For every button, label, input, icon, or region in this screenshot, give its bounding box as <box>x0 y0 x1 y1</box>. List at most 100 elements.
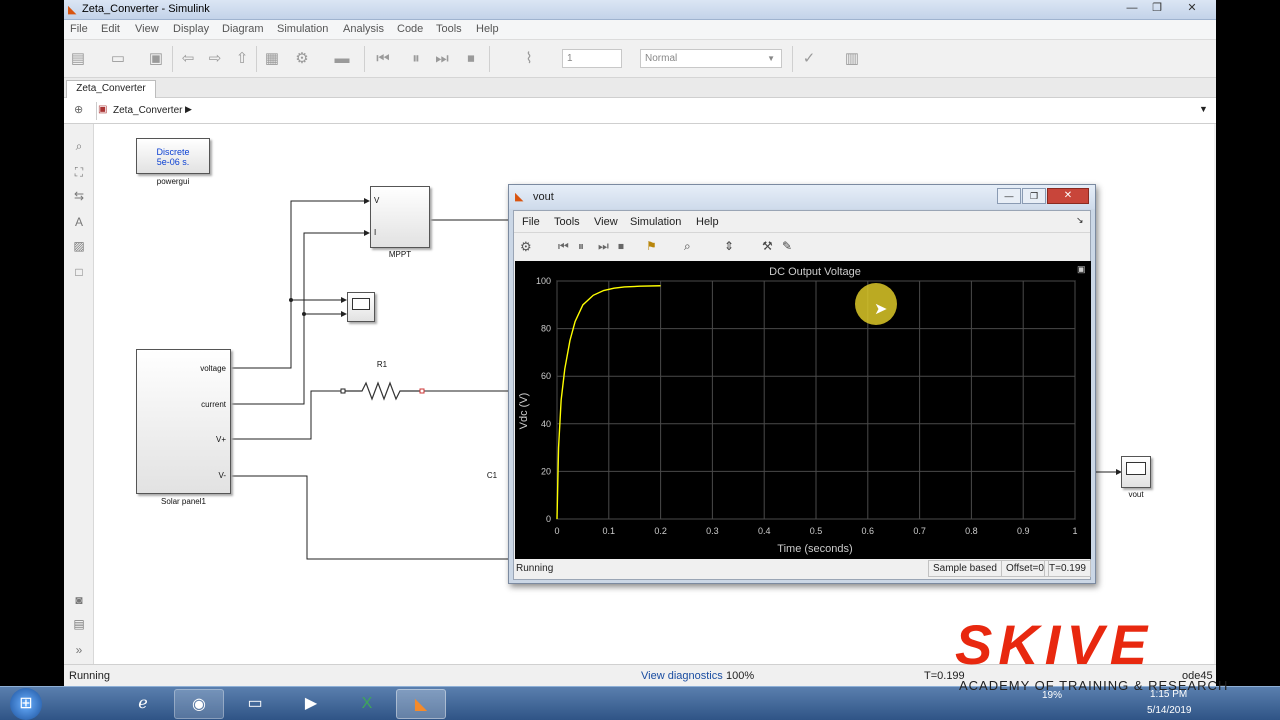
stop-icon[interactable]: ⏹ <box>618 239 624 254</box>
vout-scope-block[interactable] <box>1121 456 1151 488</box>
menu-edit[interactable]: Edit <box>101 23 120 35</box>
step-forward-icon[interactable]: ⏭ <box>432 49 452 69</box>
settings-gear-icon[interactable]: ⚙ <box>292 49 312 69</box>
x-tick-label: 0 <box>554 526 559 536</box>
scale-axes-icon[interactable]: ⇕ <box>724 239 734 253</box>
folder-icon[interactable]: ▭ <box>230 689 280 719</box>
mppt-block[interactable]: V I <box>370 186 430 248</box>
undock-icon[interactable]: ▣ <box>1077 264 1086 275</box>
menu-view[interactable]: View <box>135 23 159 35</box>
c1-label: C1 <box>486 471 498 480</box>
mppt-port-v: V <box>374 196 380 205</box>
pause-icon[interactable]: ⏸ <box>578 239 584 254</box>
data-inspector-icon[interactable]: ⌇ <box>519 49 539 69</box>
scope-close-button[interactable]: ✕ <box>1047 188 1089 204</box>
scope-menu-view[interactable]: View <box>594 216 618 228</box>
powergui-line1: Discrete <box>156 147 190 157</box>
menu-display[interactable]: Display <box>173 23 209 35</box>
forward-arrow-icon[interactable]: ⇨ <box>205 49 225 69</box>
scope-minimize-button[interactable]: — <box>997 188 1021 204</box>
zoom-icon[interactable]: ⌕ <box>71 138 87 154</box>
x-tick-label: 0.9 <box>1017 526 1030 536</box>
x-tick-label: 0.3 <box>706 526 719 536</box>
annotation-icon[interactable]: A <box>71 214 87 230</box>
scope-menu-help[interactable]: Help <box>696 216 719 228</box>
chevron-down-icon: ▼ <box>767 54 775 63</box>
ticks: 0 0.1 0.2 0.3 0.4 0.5 0.6 0.7 0.8 0.9 1 0 20 40 60 80 10… <box>536 276 1078 536</box>
start-button[interactable]: ⊞ <box>10 688 42 720</box>
step-back-icon[interactable]: ⏮ <box>373 49 393 69</box>
plot-area[interactable]: DC Output Voltage Time (seconds) Vdc (V)… <box>515 261 1091 559</box>
fit-to-view-icon[interactable]: ⛶ <box>71 164 87 180</box>
area-icon[interactable]: □ <box>71 264 87 280</box>
toolbar: ▤ ▭ ▣ ⇦ ⇨ ⇧ ▦ ⚙ ▬ ⏮ ⏸ ⏭ ⏹ ⌇ 1 Normal ▼ ✓… <box>64 40 1216 78</box>
tab-zeta-converter[interactable]: Zeta_Converter <box>66 80 156 98</box>
menu-diagram[interactable]: Diagram <box>222 23 264 35</box>
up-arrow-icon[interactable]: ⇧ <box>232 49 252 69</box>
menu-tools[interactable]: Tools <box>436 23 462 35</box>
build-icon[interactable]: ▥ <box>842 49 862 69</box>
menu-code[interactable]: Code <box>397 23 423 35</box>
simulink-logo-icon: ◣ <box>68 4 77 16</box>
view-diagnostics-link[interactable]: View diagnostics <box>641 670 723 682</box>
arrow-icon[interactable]: ⇆ <box>71 188 87 204</box>
expand-icon[interactable]: » <box>71 642 87 658</box>
chrome-icon[interactable]: ◉ <box>174 689 224 719</box>
property-icon[interactable]: ▤ <box>71 616 87 632</box>
menu-help[interactable]: Help <box>476 23 499 35</box>
media-player-icon[interactable]: ▶ <box>286 689 336 719</box>
ie-icon[interactable]: ℯ <box>118 689 168 719</box>
breadcrumb[interactable]: Zeta_Converter <box>113 105 182 116</box>
solar-port-voltage: voltage <box>200 364 226 373</box>
matlab-icon[interactable]: ◣ <box>396 689 446 719</box>
model-advisor-icon[interactable]: ✓ <box>799 49 819 69</box>
menu-simulation[interactable]: Simulation <box>277 23 328 35</box>
screenshot-icon[interactable]: ◙ <box>71 592 87 608</box>
new-model-icon[interactable]: ▤ <box>68 49 88 69</box>
solar-panel-block[interactable]: voltage current V+ V- <box>136 349 231 494</box>
back-arrow-icon[interactable]: ⇦ <box>178 49 198 69</box>
separator <box>792 46 793 72</box>
image-icon[interactable]: ▨ <box>71 238 87 254</box>
sim-mode-value: Normal <box>645 53 678 64</box>
library-browser-icon[interactable]: ▦ <box>262 49 282 69</box>
maximize-button[interactable]: ❐ <box>1144 0 1170 17</box>
scope-menu-simulation[interactable]: Simulation <box>630 216 681 228</box>
scope-maximize-button[interactable]: ❐ <box>1022 188 1046 204</box>
settings-gear-icon[interactable]: ⚙ <box>520 239 532 255</box>
y-tick-label: 0 <box>546 514 551 524</box>
close-button[interactable]: ✕ <box>1179 0 1205 17</box>
step-forward-icon[interactable]: ⏭ <box>598 239 609 254</box>
x-tick-label: 0.1 <box>603 526 616 536</box>
separator <box>256 46 257 72</box>
excel-icon[interactable]: X <box>342 689 392 719</box>
left-toolstrip: ⌕ ⛶ ⇆ A ▨ □ ◙ ▤ » <box>64 124 94 664</box>
save-icon[interactable]: ▣ <box>146 49 166 69</box>
menu-file[interactable]: File <box>70 23 88 35</box>
cursor-measure-icon[interactable]: ⚒ <box>762 239 773 253</box>
dock-icon[interactable]: ↘ <box>1076 215 1084 226</box>
grid <box>556 280 1076 520</box>
scope-menu-tools[interactable]: Tools <box>554 216 580 228</box>
pause-icon[interactable]: ⏸ <box>406 49 426 69</box>
stop-time-input[interactable]: 1 <box>562 49 622 68</box>
powergui-block[interactable]: Discrete 5e-06 s. <box>136 138 210 174</box>
sim-mode-select[interactable]: Normal ▼ <box>640 49 782 68</box>
menu-analysis[interactable]: Analysis <box>343 23 384 35</box>
hide-browser-icon[interactable]: ⊕ <box>74 103 83 116</box>
open-icon[interactable]: ▭ <box>108 49 128 69</box>
mppt-label: MPPT <box>388 250 412 259</box>
r1-resistor[interactable] <box>344 381 423 401</box>
minimize-button[interactable]: — <box>1119 0 1145 17</box>
run-stop-icon[interactable]: ⏹ <box>461 49 481 69</box>
title-bar: ◣ Zeta_Converter - Simulink — ❐ ✕ <box>64 0 1216 20</box>
style-icon[interactable]: ✎ <box>782 239 792 253</box>
scope-block[interactable] <box>347 292 375 322</box>
explorer-icon[interactable]: ▬ <box>332 49 352 69</box>
highlight-block-icon[interactable]: ⚑ <box>646 239 657 253</box>
chevron-down-icon[interactable]: ▼ <box>1199 104 1208 114</box>
zoom-in-icon[interactable]: ⌕ <box>684 239 691 254</box>
solar-port-vminus: V- <box>218 471 226 480</box>
step-back-icon[interactable]: ⏮ <box>558 239 569 254</box>
scope-menu-file[interactable]: File <box>522 216 540 228</box>
